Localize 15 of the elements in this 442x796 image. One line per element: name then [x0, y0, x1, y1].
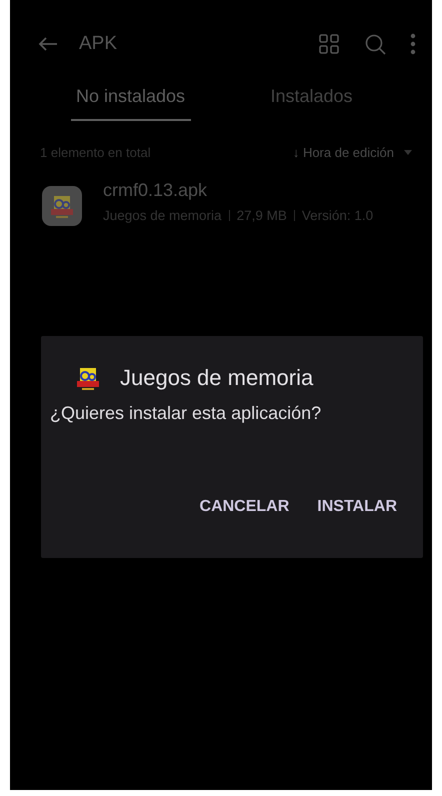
dialog-button[interactable]: CANCELAR: [192, 492, 298, 522]
dialog-title: Juegos de memoria: [120, 365, 314, 391]
dialog-message: ¿Quieres instalar esta aplicación?: [50, 403, 322, 424]
dialog-button[interactable]: INSTALAR: [309, 492, 405, 522]
dropdown-icon[interactable]: [404, 150, 412, 155]
file-name[interactable]: crmf0.13.apk: [103, 180, 374, 201]
back-arrow-icon[interactable]: [37, 35, 59, 53]
search-icon[interactable]: [365, 34, 386, 54]
more-options-icon[interactable]: [410, 33, 416, 55]
screen-title: APK: [79, 33, 118, 55]
tab[interactable]: Instalados: [221, 80, 402, 121]
grid-view-icon[interactable]: [319, 34, 339, 54]
app-icon: [42, 186, 82, 226]
sort-button[interactable]: ↓ Hora de edición: [292, 145, 412, 160]
app-logo-icon: [75, 366, 101, 390]
